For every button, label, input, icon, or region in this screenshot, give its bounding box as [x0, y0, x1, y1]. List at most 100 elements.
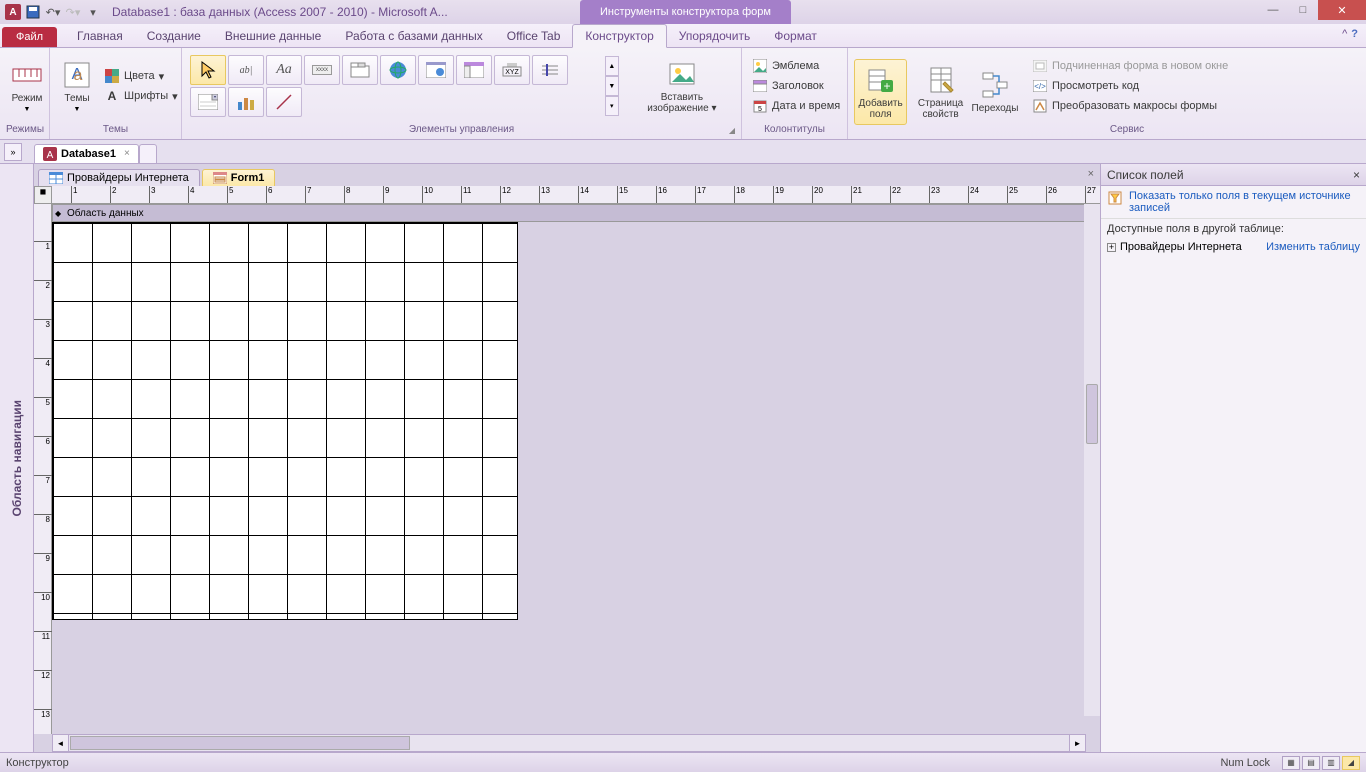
group-headers-label: Колонтитулы — [748, 122, 841, 137]
scroll-thumb-h[interactable] — [70, 736, 410, 750]
controls-scroll[interactable]: ▲ ▼ ▾ — [605, 56, 619, 116]
detail-section-header[interactable]: Область данных — [52, 204, 1100, 222]
minimize-button[interactable]: — — [1258, 0, 1288, 20]
scroll-up-icon[interactable]: ▲ — [605, 56, 619, 76]
show-current-fields-link[interactable]: Показать только поля в текущем источнике… — [1101, 186, 1366, 218]
vertical-scrollbar[interactable] — [1084, 204, 1100, 716]
field-list-header: Список полей × — [1101, 164, 1366, 186]
horizontal-ruler[interactable]: 1234567891011121314151617181920212223242… — [52, 186, 1100, 204]
ruler-corner[interactable]: ◼ — [34, 186, 52, 204]
tab-database-tools[interactable]: Работа с базами данных — [333, 25, 494, 47]
undo-icon[interactable]: ↶▾ — [44, 3, 62, 21]
file-tab[interactable]: Файл — [2, 27, 57, 47]
dialog-launcher-icon[interactable]: ◢ — [729, 126, 735, 135]
view-form-icon[interactable]: ▦ — [1282, 756, 1300, 770]
redo-icon[interactable]: ↷▾ — [64, 3, 82, 21]
quick-access-toolbar: ↶▾ ↷▾ ▾ — [24, 3, 102, 21]
image-icon — [666, 58, 698, 90]
view-code-button[interactable]: </>Просмотреть код — [1028, 77, 1232, 95]
view-layout-icon[interactable]: ▥ — [1322, 756, 1340, 770]
themes-button[interactable]: Aa Темы ▼ — [56, 53, 98, 119]
tab-home[interactable]: Главная — [65, 25, 135, 47]
control-chart[interactable] — [228, 87, 264, 117]
scroll-more-icon[interactable]: ▾ — [605, 96, 619, 116]
access-file-icon: A — [43, 147, 57, 161]
control-navigation[interactable] — [456, 55, 492, 85]
control-line[interactable] — [266, 87, 302, 117]
form-design-surface[interactable]: ◼ 12345678910111213141516171819202122232… — [34, 186, 1100, 752]
horizontal-scrollbar[interactable]: ◄ ► — [52, 734, 1086, 752]
qat-more-icon[interactable]: ▾ — [84, 3, 102, 21]
save-icon[interactable] — [24, 3, 42, 21]
convert-macros-button[interactable]: Преобразовать макросы формы — [1028, 97, 1232, 115]
add-fields-button[interactable]: + Добавить поля — [854, 59, 907, 125]
scroll-left-icon[interactable]: ◄ — [53, 735, 69, 751]
design-canvas[interactable]: Область данных — [52, 204, 1100, 734]
maximize-button[interactable]: □ — [1288, 0, 1318, 20]
control-pagebreak[interactable] — [532, 55, 568, 85]
control-button[interactable]: xxxx — [304, 55, 340, 85]
svg-text:+: + — [883, 79, 890, 93]
control-optiongroup[interactable]: XYZ — [494, 55, 530, 85]
ribbon: Режим ▼ Режимы Aa Темы ▼ Цвета ▾ AШрифты… — [0, 48, 1366, 140]
subform-icon — [1032, 58, 1048, 74]
tab-office[interactable]: Office Tab — [495, 25, 573, 47]
fonts-button[interactable]: AШрифты ▾ — [100, 87, 182, 105]
document-tab[interactable]: A Database1 × — [34, 144, 139, 164]
close-pane-icon[interactable]: × — [1353, 168, 1360, 182]
vertical-ruler[interactable]: 12345678910111213 — [34, 204, 52, 734]
control-select[interactable] — [190, 55, 226, 85]
property-sheet-button[interactable]: Страница свойств — [909, 59, 972, 125]
tab-format[interactable]: Формат — [762, 25, 829, 47]
window-title: Database1 : база данных (Access 2007 - 2… — [112, 5, 448, 19]
field-list-pane: Список полей × Показать только поля в те… — [1100, 164, 1366, 752]
scroll-down-icon[interactable]: ▼ — [605, 76, 619, 96]
control-hyperlink[interactable] — [380, 55, 416, 85]
navigation-pane[interactable]: Область навигации — [0, 164, 34, 752]
scroll-right-icon[interactable]: ► — [1069, 735, 1085, 751]
detail-section-grid[interactable] — [52, 222, 518, 620]
edit-table-link[interactable]: Изменить таблицу — [1266, 241, 1360, 253]
scroll-thumb[interactable] — [1086, 384, 1098, 444]
group-service-label: Сервис — [1028, 122, 1226, 137]
control-textbox[interactable]: ab| — [228, 55, 264, 85]
nav-collapse-button[interactable]: » — [4, 143, 22, 161]
controls-gallery[interactable]: ab| Aa xxxx XYZ — [188, 53, 601, 119]
logo-button[interactable]: Эмблема — [748, 57, 844, 75]
title-icon — [752, 78, 768, 94]
table-icon — [49, 172, 63, 184]
insert-image-button[interactable]: Вставить изображение ▾ — [629, 53, 735, 119]
close-tab-icon[interactable]: × — [124, 148, 130, 159]
tab-design[interactable]: Конструктор — [572, 24, 666, 48]
colors-button[interactable]: Цвета ▾ — [100, 67, 182, 85]
title-button[interactable]: Заголовок — [748, 77, 844, 95]
help-icon[interactable]: ? — [1351, 28, 1358, 40]
field-table-item[interactable]: +Провайдеры Интернета Изменить таблицу — [1101, 239, 1366, 255]
new-tab-button[interactable] — [139, 144, 157, 164]
main-area: Область навигации Провайдеры Интернета F… — [0, 164, 1366, 752]
tab-arrange[interactable]: Упорядочить — [667, 25, 762, 47]
property-sheet-icon — [925, 64, 957, 96]
control-combobox[interactable] — [190, 87, 226, 117]
tab-order-button[interactable]: Переходы — [974, 59, 1016, 125]
expand-icon[interactable]: + — [1107, 243, 1116, 252]
close-button[interactable]: ✕ — [1318, 0, 1366, 20]
svg-text:a: a — [74, 67, 83, 84]
tab-external[interactable]: Внешние данные — [213, 25, 334, 47]
tab-create[interactable]: Создание — [135, 25, 213, 47]
themes-icon: Aa — [61, 59, 93, 91]
contextual-tab-label: Инструменты конструктора форм — [580, 0, 791, 24]
control-tab[interactable] — [342, 55, 378, 85]
add-fields-icon: + — [865, 64, 897, 96]
view-design-icon[interactable]: ◢ — [1342, 756, 1360, 770]
control-label[interactable]: Aa — [266, 55, 302, 85]
fonts-icon: A — [104, 88, 120, 104]
view-datasheet-icon[interactable]: ▤ — [1302, 756, 1320, 770]
datetime-button[interactable]: 5Дата и время — [748, 97, 844, 115]
close-object-icon[interactable]: × — [1088, 168, 1094, 180]
control-web[interactable] — [418, 55, 454, 85]
view-mode-button[interactable]: Режим ▼ — [6, 53, 48, 119]
object-tab-table[interactable]: Провайдеры Интернета — [38, 169, 200, 186]
minimize-ribbon-icon[interactable]: ^ — [1342, 28, 1347, 40]
object-tab-form[interactable]: Form1 — [202, 169, 276, 186]
